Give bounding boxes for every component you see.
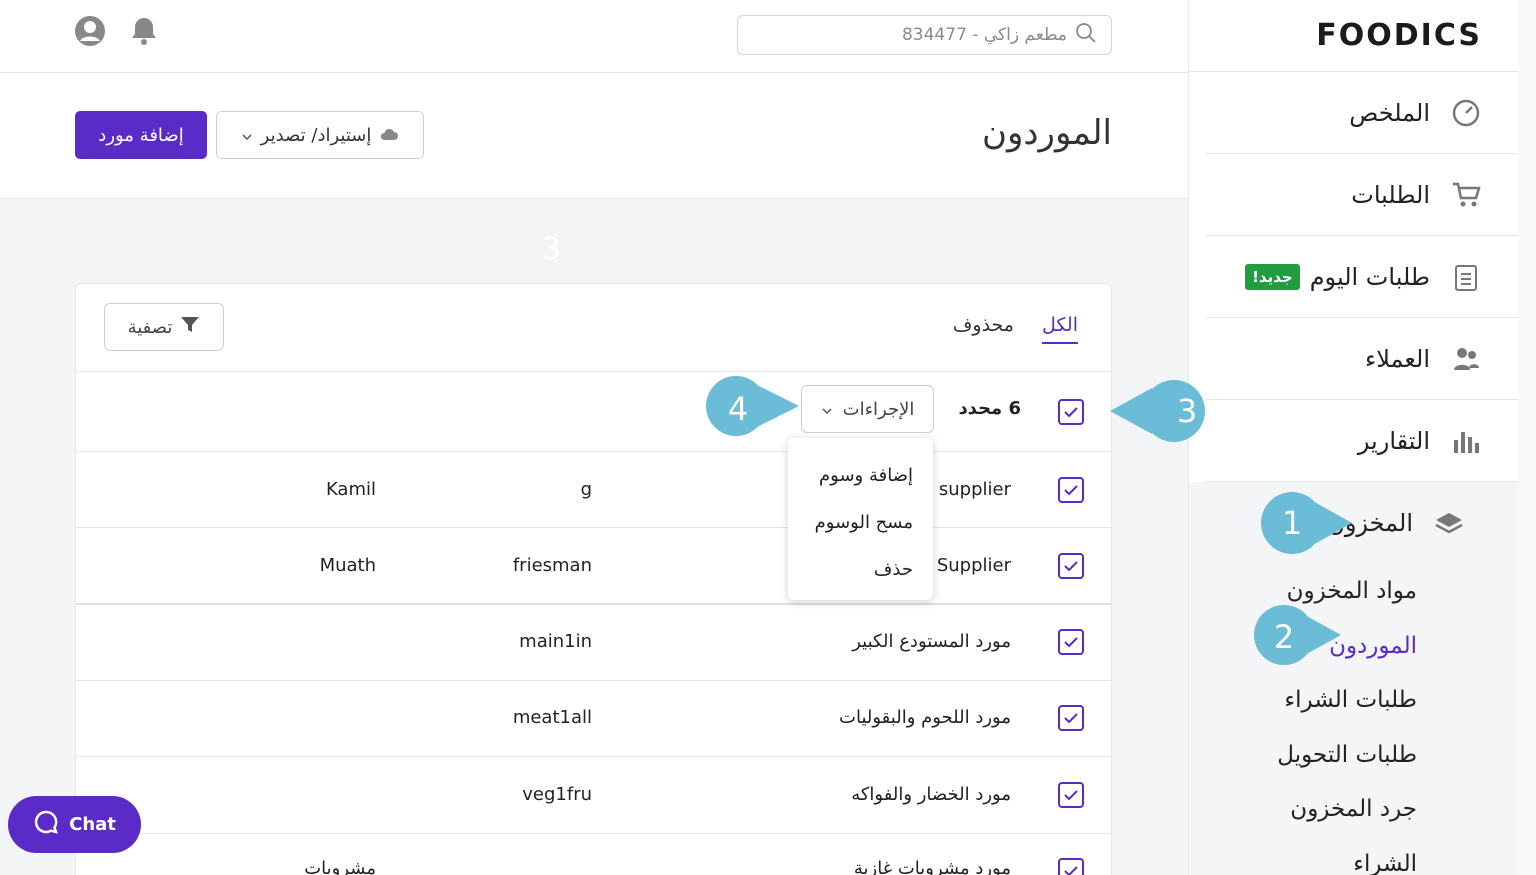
sidebar-subitem-purchase-orders[interactable]: طلبات الشراء — [1189, 673, 1519, 728]
branch-search[interactable] — [737, 15, 1112, 55]
step-callout-1: 1 — [1256, 490, 1352, 556]
sidebar-item-label: العملاء — [1364, 344, 1430, 373]
sidebar-scrollbar[interactable] — [1518, 0, 1536, 875]
select-all-checkbox[interactable] — [1058, 399, 1084, 425]
new-badge: جديد! — [1245, 263, 1300, 290]
row-checkbox[interactable] — [1058, 629, 1084, 655]
sidebar-item-label: طلبات اليوم — [1309, 262, 1430, 291]
clipboard-icon — [1450, 261, 1482, 293]
supplier-name: Supplier — [936, 555, 1011, 576]
faded-step-number: 3 — [542, 232, 562, 267]
suppliers-card: الكل محذوف تصفية 6 محدد الإجراءات s supp… — [75, 283, 1112, 875]
step-callout-number: 4 — [727, 390, 749, 428]
tab-deleted[interactable]: محذوف — [953, 314, 1014, 336]
sidebar-item-reports[interactable]: التقارير — [1206, 400, 1536, 482]
sidebar-subitem-suppliers[interactable]: الموردون — [1189, 619, 1519, 674]
step-callout-number: 1 — [1281, 504, 1303, 542]
search-icon — [1075, 22, 1097, 48]
actions-dropdown-button[interactable]: الإجراءات — [801, 385, 934, 433]
supplier-code: main1in — [519, 631, 592, 652]
supplier-code: g — [580, 479, 592, 500]
sidebar-item-today-orders[interactable]: طلبات اليوم جديد! — [1206, 236, 1536, 318]
step-callout-number: 2 — [1273, 618, 1295, 656]
menu-item-delete[interactable]: حذف — [788, 546, 933, 593]
table-row[interactable]: مورد المستودع الكبير main1in — [76, 605, 1111, 681]
sidebar-item-label: التقارير — [1357, 426, 1430, 455]
supplier-code: veg1fru — [522, 784, 592, 805]
sidebar-item-label: الطلبات — [1351, 180, 1430, 209]
user-account-icon[interactable] — [74, 15, 106, 47]
selection-row: 6 محدد الإجراءات — [76, 372, 1111, 452]
funnel-icon — [180, 316, 200, 339]
supplier-code: friesman — [512, 555, 592, 576]
page-header: الموردون إستيراد/ تصدير إضافة مورد — [0, 73, 1188, 199]
row-checkbox[interactable] — [1058, 553, 1084, 579]
search-input[interactable] — [767, 25, 1067, 45]
sidebar-item-orders[interactable]: الطلبات — [1206, 154, 1536, 236]
sidebar: FOODICS الملخص الطلبات طلبات اليوم جديد!… — [1188, 0, 1536, 875]
table-row[interactable]: مورد الخضار والفواكه veg1fru — [76, 757, 1111, 834]
filter-label: تصفية — [127, 316, 173, 338]
sidebar-item-inventory[interactable]: المخزون — [1189, 482, 1519, 564]
tab-all[interactable]: الكل — [1042, 314, 1078, 344]
chevron-down-icon — [821, 399, 833, 420]
sidebar-item-customers[interactable]: العملاء — [1206, 318, 1536, 400]
chevron-down-icon — [241, 125, 253, 146]
page-title: الموردون — [982, 113, 1112, 153]
cloud-icon — [379, 125, 399, 146]
step-callout-number: 3 — [1176, 392, 1198, 430]
sidebar-subitem-inventory-count[interactable]: جرد المخزون — [1189, 782, 1519, 837]
tabs-row: الكل محذوف تصفية — [76, 284, 1111, 372]
sidebar-subitem-inventory-items[interactable]: مواد المخزون — [1189, 564, 1519, 619]
actions-dropdown-menu: إضافة وسوم مسح الوسوم حذف — [788, 438, 933, 600]
table-row[interactable]: مورد مشروبات غازية مشروبات — [76, 834, 1111, 875]
import-export-button[interactable]: إستيراد/ تصدير — [216, 111, 424, 159]
dashboard-gauge-icon — [1450, 97, 1482, 129]
chat-label: Chat — [69, 814, 116, 835]
actions-label: الإجراءات — [842, 398, 915, 420]
notifications-bell-icon[interactable] — [128, 15, 160, 47]
filter-button[interactable]: تصفية — [104, 303, 224, 351]
app-logo[interactable]: FOODICS — [1189, 0, 1536, 72]
sidebar-item-label: الملخص — [1349, 98, 1430, 127]
supplier-name: مورد المستودع الكبير — [852, 631, 1011, 652]
row-checkbox[interactable] — [1058, 858, 1084, 875]
menu-item-add-tags[interactable]: إضافة وسوم — [788, 452, 933, 499]
row-checkbox[interactable] — [1058, 705, 1084, 731]
row-checkbox[interactable] — [1058, 782, 1084, 808]
sidebar-item-summary[interactable]: الملخص — [1206, 72, 1536, 154]
chat-button[interactable]: Chat — [8, 796, 141, 853]
menu-item-clear-tags[interactable]: مسح الوسوم — [788, 499, 933, 546]
import-export-label: إستيراد/ تصدير — [260, 124, 372, 146]
add-supplier-button[interactable]: إضافة مورد — [75, 111, 207, 159]
users-icon — [1450, 343, 1482, 375]
layers-icon — [1433, 507, 1465, 539]
sidebar-group-inventory: المخزون مواد المخزون الموردون طلبات الشر… — [1189, 482, 1519, 875]
supplier-code: meat1all — [512, 707, 592, 728]
supplier-contact: Kamil — [325, 479, 376, 500]
chat-bubble-icon — [33, 809, 59, 840]
row-checkbox[interactable] — [1058, 477, 1084, 503]
supplier-name: مورد الخضار والفواكه — [851, 784, 1011, 805]
table-row[interactable]: مورد اللحوم والبقوليات meat1all — [76, 681, 1111, 757]
table-row[interactable]: s supplier g Kamil — [76, 452, 1111, 528]
supplier-name: مورد اللحوم والبقوليات — [839, 707, 1011, 728]
bar-chart-icon — [1450, 425, 1482, 457]
step-callout-3: 3 — [1110, 378, 1206, 444]
supplier-name: مورد مشروبات غازية — [853, 858, 1011, 875]
shopping-cart-icon — [1450, 179, 1482, 211]
table-row[interactable]: Supplier friesman Muath — [76, 528, 1111, 605]
step-callout-4: 4 — [703, 376, 799, 442]
sidebar-subitem-purchasing[interactable]: الشراء — [1189, 837, 1519, 875]
supplier-name: s supplier — [923, 479, 1011, 500]
step-callout-2: 2 — [1245, 604, 1341, 670]
selected-count: 6 محدد — [958, 398, 1021, 419]
supplier-contact: Muath — [319, 555, 376, 576]
sidebar-subitem-transfer-orders[interactable]: طلبات التحويل — [1189, 728, 1519, 783]
supplier-contact: مشروبات — [304, 858, 376, 875]
top-bar — [0, 0, 1188, 73]
